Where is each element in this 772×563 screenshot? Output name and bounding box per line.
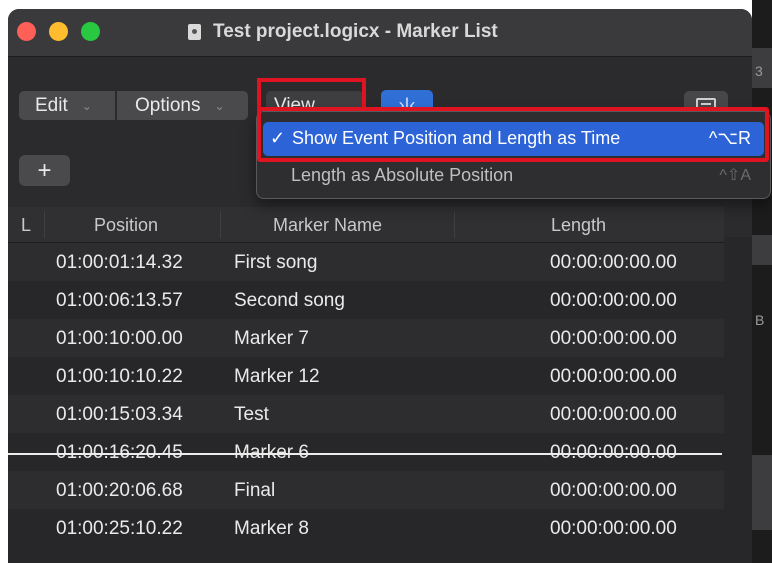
- table-row[interactable]: 01:00:16:20.45 Marker 6 00:00:00:00.00: [8, 433, 724, 471]
- table-row[interactable]: 01:00:15:03.34 Test 00:00:00:00.00: [8, 395, 724, 433]
- edge-label: 3: [755, 63, 763, 79]
- plus-icon: +: [37, 156, 52, 184]
- header-length[interactable]: Length: [551, 215, 606, 236]
- length-cell: 00:00:00:00.00: [550, 518, 677, 539]
- title-bar: Test project.logicx - Marker List: [8, 9, 752, 57]
- title-wrap: Test project.logicx - Marker List: [188, 9, 498, 55]
- position-cell: 01:00:20:06.68: [56, 480, 183, 501]
- marker-list-window: Test project.logicx - Marker List Edit ⌄…: [8, 9, 752, 563]
- minimize-window-button[interactable]: [49, 22, 68, 41]
- marker-name-cell: Marker 8: [234, 518, 309, 539]
- options-label: Options: [135, 94, 201, 116]
- column-divider: [44, 211, 45, 238]
- marker-table-body: 01:00:01:14.32 First song 00:00:00:00.00…: [8, 243, 724, 547]
- edge-label: B: [755, 312, 765, 328]
- length-cell: 00:00:00:00.00: [550, 404, 677, 425]
- zoom-window-button[interactable]: [81, 22, 100, 41]
- table-row[interactable]: 01:00:25:10.22 Marker 8 00:00:00:00.00: [8, 509, 724, 547]
- position-cell: 01:00:01:14.32: [56, 252, 183, 273]
- edit-menu-button[interactable]: Edit ⌄: [19, 91, 115, 120]
- marker-name-cell: Test: [234, 404, 269, 425]
- position-cell: 01:00:06:13.57: [56, 290, 183, 311]
- position-cell: 01:00:25:10.22: [56, 518, 183, 539]
- table-row[interactable]: 01:00:01:14.32 First song 00:00:00:00.00: [8, 243, 724, 281]
- position-cell: 01:00:10:00.00: [56, 328, 183, 349]
- table-row[interactable]: 01:00:10:10.22 Marker 12 00:00:00:00.00: [8, 357, 724, 395]
- header-marker-name[interactable]: Marker Name: [273, 215, 382, 236]
- marker-name-cell: Final: [234, 480, 276, 501]
- length-cell: 00:00:00:00.00: [550, 480, 677, 501]
- options-menu-button[interactable]: Options ⌄: [117, 91, 248, 120]
- background-window-edge: 3 B: [752, 0, 772, 563]
- column-divider: [454, 211, 455, 238]
- table-row[interactable]: 01:00:10:00.00 Marker 7 00:00:00:00.00: [8, 319, 724, 357]
- marker-name-cell: First song: [234, 252, 318, 273]
- edge-block: [752, 455, 772, 530]
- marker-name-cell: Marker 12: [234, 366, 320, 387]
- menu-item-length-as-absolute-position[interactable]: Length as Absolute Position ^⇧A: [263, 159, 764, 193]
- document-icon: [188, 24, 201, 40]
- table-row[interactable]: 01:00:06:13.57 Second song 00:00:00:00.0…: [8, 281, 724, 319]
- chevron-down-icon: ⌄: [81, 98, 92, 113]
- length-cell: 00:00:00:00.00: [550, 366, 677, 387]
- shortcut-label: ^⇧A: [719, 167, 751, 184]
- edit-label: Edit: [35, 94, 68, 116]
- close-window-button[interactable]: [17, 22, 36, 41]
- table-row[interactable]: 01:00:20:06.68 Final 00:00:00:00.00: [8, 471, 724, 509]
- length-cell: 00:00:00:00.00: [550, 252, 677, 273]
- strikethrough-line: [8, 453, 722, 455]
- menu-item-highlight-box: [257, 107, 769, 162]
- length-cell: 00:00:00:00.00: [550, 328, 677, 349]
- header-lock[interactable]: L: [21, 215, 31, 236]
- add-marker-button[interactable]: +: [19, 155, 70, 186]
- header-position[interactable]: Position: [94, 215, 158, 236]
- menu-item-label: Length as Absolute Position: [291, 165, 514, 185]
- edge-block: [752, 235, 772, 265]
- length-cell: 00:00:00:00.00: [550, 290, 677, 311]
- column-divider: [220, 211, 221, 238]
- window-title: Test project.logicx - Marker List: [213, 21, 498, 42]
- table-header: L Position Marker Name Length: [8, 207, 724, 243]
- marker-name-cell: Second song: [234, 290, 345, 311]
- marker-name-cell: Marker 7: [234, 328, 309, 349]
- position-cell: 01:00:15:03.34: [56, 404, 183, 425]
- position-cell: 01:00:10:10.22: [56, 366, 183, 387]
- chevron-down-icon: ⌄: [214, 98, 225, 113]
